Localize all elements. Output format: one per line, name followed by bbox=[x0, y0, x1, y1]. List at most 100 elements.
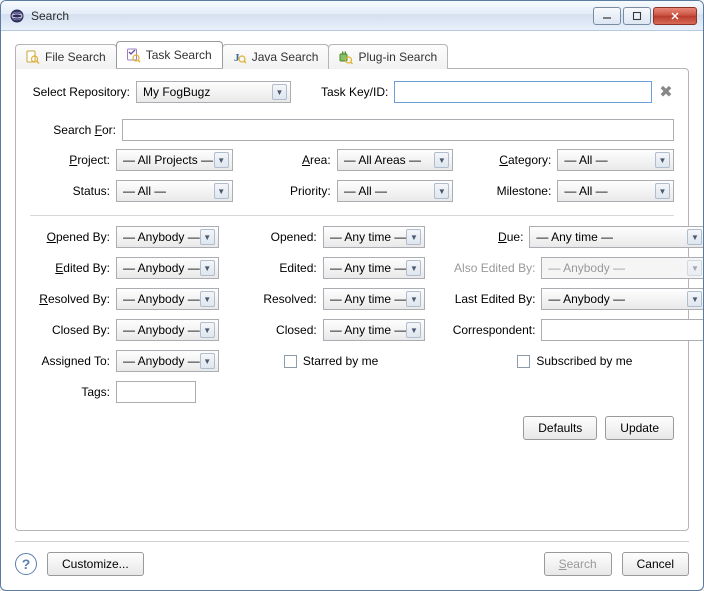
separator bbox=[30, 215, 674, 216]
minimize-button[interactable] bbox=[593, 7, 621, 25]
category-select[interactable]: — All —▼ bbox=[557, 149, 674, 171]
task-key-input[interactable] bbox=[394, 81, 652, 103]
defaults-button[interactable]: Defaults bbox=[523, 416, 597, 440]
chevron-down-icon: ▼ bbox=[200, 353, 215, 369]
repository-select[interactable]: My FogBugz ▼ bbox=[136, 81, 291, 103]
resolved-by-label: Resolved By: bbox=[30, 292, 110, 306]
subscribed-by-me-checkbox[interactable]: Subscribed by me bbox=[517, 354, 632, 368]
opened-date-select[interactable]: — Any time —▼ bbox=[323, 226, 426, 248]
titlebar: Search bbox=[1, 1, 703, 31]
tab-label: File Search bbox=[45, 50, 106, 64]
chevron-down-icon: ▼ bbox=[200, 291, 215, 307]
closed-by-label: Closed By: bbox=[30, 323, 110, 337]
file-search-icon bbox=[24, 49, 40, 65]
repository-value: My FogBugz bbox=[143, 85, 210, 99]
chevron-down-icon: ▼ bbox=[272, 84, 287, 100]
window-buttons bbox=[593, 7, 697, 25]
correspondent-input[interactable] bbox=[541, 319, 704, 341]
starred-by-me-checkbox[interactable]: Starred by me bbox=[284, 354, 378, 368]
plugin-search-icon bbox=[337, 49, 353, 65]
tab-task-search[interactable]: Task Search bbox=[116, 41, 223, 68]
resolved-label: Resolved: bbox=[237, 292, 317, 306]
chevron-down-icon: ▼ bbox=[200, 322, 215, 338]
tab-label: Task Search bbox=[146, 48, 212, 62]
select-repository-label: Select Repository: bbox=[30, 85, 130, 99]
resolved-by-select[interactable]: — Anybody —▼ bbox=[116, 288, 219, 310]
last-edited-by-select[interactable]: — Anybody —▼ bbox=[541, 288, 704, 310]
search-tabs: File Search Task Search J Java Search Pl… bbox=[15, 41, 689, 68]
edited-by-label: Edited By: bbox=[30, 261, 110, 275]
cancel-button[interactable]: Cancel bbox=[622, 552, 689, 576]
edited-date-select[interactable]: — Any time —▼ bbox=[323, 257, 426, 279]
priority-label: Priority: bbox=[251, 184, 331, 198]
people-date-filters: Opened By: — Anybody —▼ Opened: — Any ti… bbox=[30, 226, 674, 412]
subscribed-label: Subscribed by me bbox=[536, 354, 632, 368]
java-search-icon: J bbox=[231, 49, 247, 65]
project-select[interactable]: — All Projects —▼ bbox=[116, 149, 233, 171]
tab-java-search[interactable]: J Java Search bbox=[222, 44, 330, 69]
footer-separator bbox=[15, 541, 689, 542]
chevron-down-icon: ▼ bbox=[434, 183, 449, 199]
chevron-down-icon: ▼ bbox=[434, 152, 449, 168]
chevron-down-icon: ▼ bbox=[655, 152, 670, 168]
task-search-panel: Select Repository: My FogBugz ▼ Task Key… bbox=[15, 68, 689, 531]
search-for-input[interactable] bbox=[122, 119, 674, 141]
customize-button[interactable]: Customize... bbox=[47, 552, 144, 576]
clear-task-key-icon[interactable]: ✖ bbox=[658, 84, 674, 100]
repo-taskkey-row: Select Repository: My FogBugz ▼ Task Key… bbox=[30, 81, 674, 103]
chevron-down-icon: ▼ bbox=[687, 291, 702, 307]
dialog-footer: ? Customize... Search Cancel bbox=[15, 552, 689, 576]
due-date-select[interactable]: — Any time —▼ bbox=[529, 226, 704, 248]
opened-by-label: Opened By: bbox=[30, 230, 110, 244]
assigned-to-select[interactable]: — Anybody —▼ bbox=[116, 350, 219, 372]
chevron-down-icon: ▼ bbox=[214, 152, 229, 168]
maximize-button[interactable] bbox=[623, 7, 651, 25]
task-search-icon bbox=[125, 47, 141, 63]
due-label: Due: bbox=[443, 230, 523, 244]
search-dialog: Search File Search bbox=[0, 0, 704, 591]
milestone-select[interactable]: — All —▼ bbox=[557, 180, 674, 202]
dialog-content: File Search Task Search J Java Search Pl… bbox=[1, 31, 703, 590]
opened-by-select[interactable]: — Anybody —▼ bbox=[116, 226, 219, 248]
task-key-label: Task Key/ID: bbox=[321, 85, 388, 99]
tab-file-search[interactable]: File Search bbox=[15, 44, 117, 69]
eclipse-icon bbox=[9, 8, 25, 24]
tab-label: Plug-in Search bbox=[358, 50, 437, 64]
tab-plugin-search[interactable]: Plug-in Search bbox=[328, 44, 448, 69]
tab-label: Java Search bbox=[252, 50, 319, 64]
chevron-down-icon: ▼ bbox=[200, 260, 215, 276]
search-for-row: Search For: bbox=[30, 119, 674, 141]
search-button[interactable]: Search bbox=[544, 552, 612, 576]
opened-label: Opened: bbox=[237, 230, 317, 244]
starred-label: Starred by me bbox=[303, 354, 378, 368]
priority-select[interactable]: — All —▼ bbox=[337, 180, 454, 202]
update-button[interactable]: Update bbox=[605, 416, 674, 440]
closed-by-select[interactable]: — Anybody —▼ bbox=[116, 319, 219, 341]
closed-date-select[interactable]: — Any time —▼ bbox=[323, 319, 426, 341]
chevron-down-icon: ▼ bbox=[200, 229, 215, 245]
also-edited-by-select: — Anybody —▼ bbox=[541, 257, 704, 279]
status-label: Status: bbox=[30, 184, 110, 198]
window-title: Search bbox=[31, 9, 593, 23]
chevron-down-icon: ▼ bbox=[655, 183, 670, 199]
correspondent-label: Correspondent: bbox=[443, 323, 535, 337]
tags-label: Tags: bbox=[30, 385, 110, 399]
milestone-label: Milestone: bbox=[471, 184, 551, 198]
status-select[interactable]: — All —▼ bbox=[116, 180, 233, 202]
attribute-filters: Project: — All Projects —▼ Area: — All A… bbox=[30, 149, 674, 211]
chevron-down-icon: ▼ bbox=[406, 229, 421, 245]
chevron-down-icon: ▼ bbox=[687, 260, 702, 276]
tags-input[interactable] bbox=[116, 381, 196, 403]
chevron-down-icon: ▼ bbox=[406, 260, 421, 276]
closed-label: Closed: bbox=[237, 323, 317, 337]
resolved-date-select[interactable]: — Any time —▼ bbox=[323, 288, 426, 310]
edited-label: Edited: bbox=[237, 261, 317, 275]
area-select[interactable]: — All Areas —▼ bbox=[337, 149, 454, 171]
project-label: Project: bbox=[30, 153, 110, 167]
edited-by-select[interactable]: — Anybody —▼ bbox=[116, 257, 219, 279]
close-button[interactable] bbox=[653, 7, 697, 25]
help-icon[interactable]: ? bbox=[15, 553, 37, 575]
chevron-down-icon: ▼ bbox=[214, 183, 229, 199]
chevron-down-icon: ▼ bbox=[687, 229, 702, 245]
chevron-down-icon: ▼ bbox=[406, 291, 421, 307]
